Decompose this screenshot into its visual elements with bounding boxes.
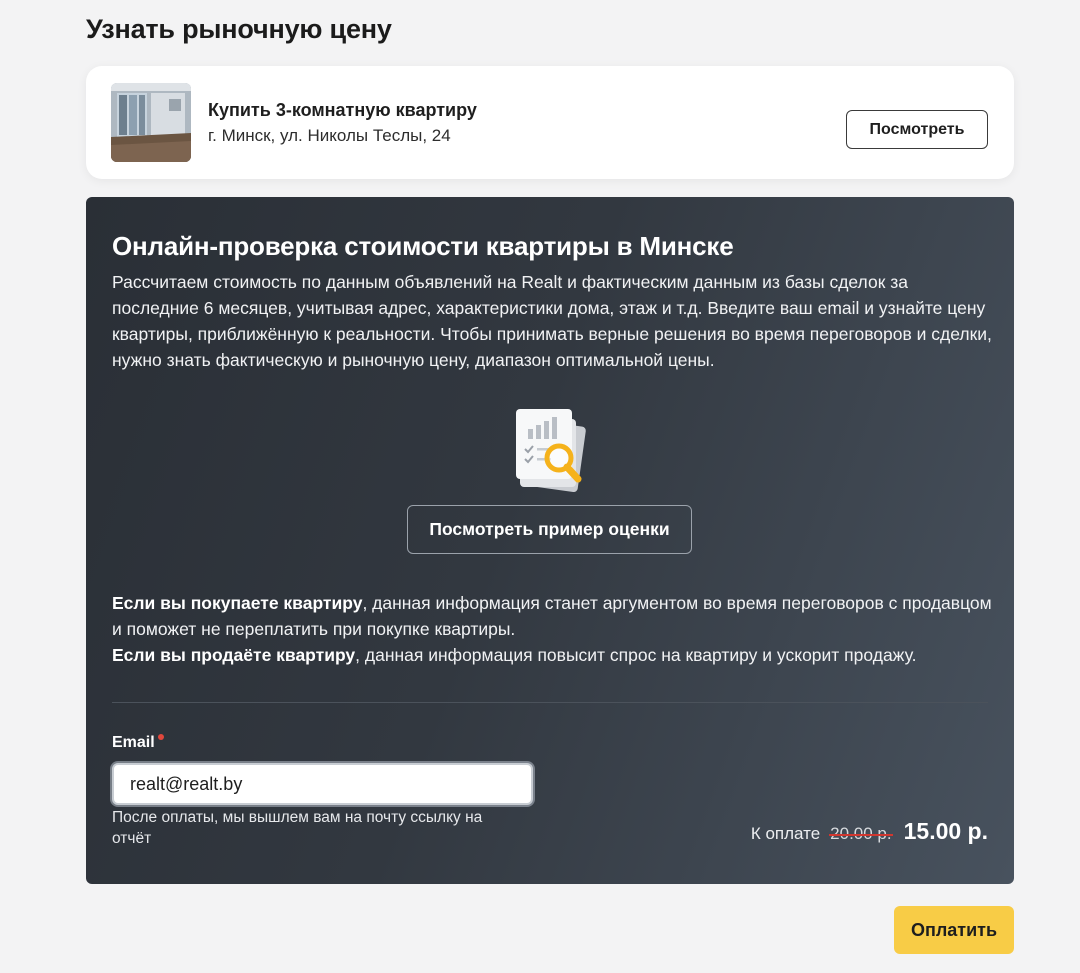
listing-title[interactable]: Купить 3-комнатную квартиру	[208, 100, 477, 121]
new-price: 15.00 р.	[903, 818, 988, 844]
buyer-bold: Если вы покупаете квартиру	[112, 593, 363, 613]
price-summary: К оплате 20.00 р. 15.00 р.	[751, 818, 988, 845]
pay-button[interactable]: Оплатить	[894, 906, 1014, 954]
promo-heading: Онлайн-проверка стоимости квартиры в Мин…	[112, 231, 734, 261]
view-example-button[interactable]: Посмотреть пример оценки	[407, 505, 692, 554]
email-label: Email	[112, 734, 155, 751]
price-check-panel: Онлайн-проверка стоимости квартиры в Мин…	[86, 197, 1014, 884]
email-hint: После оплаты, мы вышлем вам на почту ссы…	[112, 809, 483, 847]
buyer-seller-info: Если вы покупаете квартиру , данная инфор…	[112, 590, 992, 668]
seller-bold: Если вы продаёте квартиру	[112, 645, 356, 665]
seller-text: , данная информация повысит спрос на ква…	[355, 645, 917, 665]
buyer-paragraph: Если вы покупаете квартиру, данная инфор…	[112, 590, 992, 642]
listing-thumbnail[interactable]	[111, 83, 191, 162]
listing-address: г. Минск, ул. Николы Теслы, 24	[208, 126, 451, 145]
apartment-photo-icon	[111, 83, 191, 162]
seller-paragraph: Если вы продаёте квартиру, данная информ…	[112, 642, 992, 668]
price-label: К оплате	[750, 824, 821, 843]
view-listing-button[interactable]: Посмотреть	[846, 110, 988, 149]
divider	[112, 702, 988, 703]
promo-description: Рассчитаем стоимость по данным объявлени…	[112, 272, 992, 370]
email-field[interactable]	[112, 763, 533, 805]
listing-card: Купить 3-комнатную квартиру г. Минск, ул…	[86, 66, 1014, 179]
required-indicator	[158, 734, 164, 740]
old-price: 20.00 р.	[829, 824, 894, 843]
page-title: Узнать рыночную цену	[86, 14, 392, 44]
report-magnifier-icon	[512, 407, 592, 497]
